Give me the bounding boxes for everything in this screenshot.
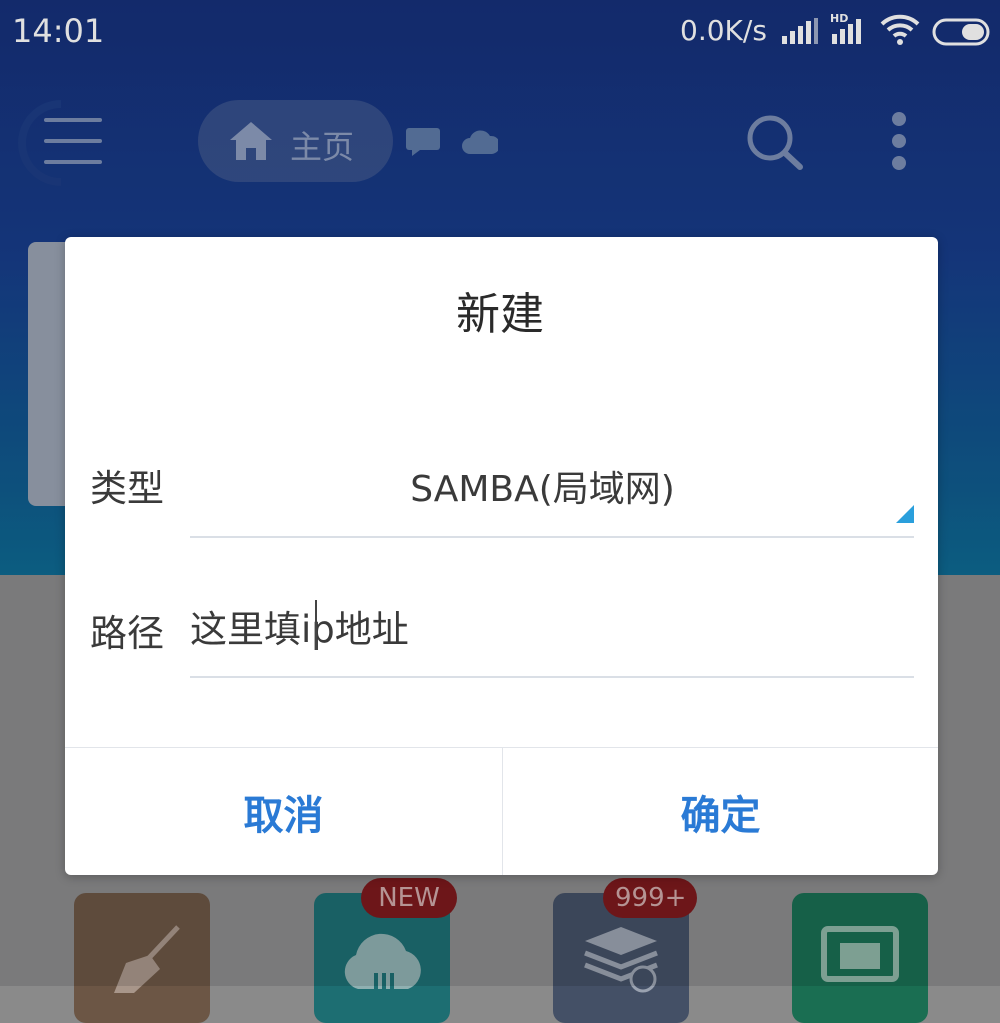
dialog-title: 新建	[456, 289, 544, 340]
path-underline	[190, 676, 914, 678]
dropdown-arrow-icon[interactable]	[896, 505, 914, 523]
path-input[interactable]	[190, 596, 910, 656]
type-select[interactable]: SAMBA(局域网)	[190, 460, 895, 512]
type-underline	[190, 536, 914, 538]
text-caret	[315, 600, 317, 650]
type-label: 类型	[90, 467, 164, 510]
path-label: 路径	[90, 612, 164, 655]
cancel-button[interactable]: 取消	[65, 748, 502, 875]
confirm-button[interactable]: 确定	[503, 748, 938, 875]
